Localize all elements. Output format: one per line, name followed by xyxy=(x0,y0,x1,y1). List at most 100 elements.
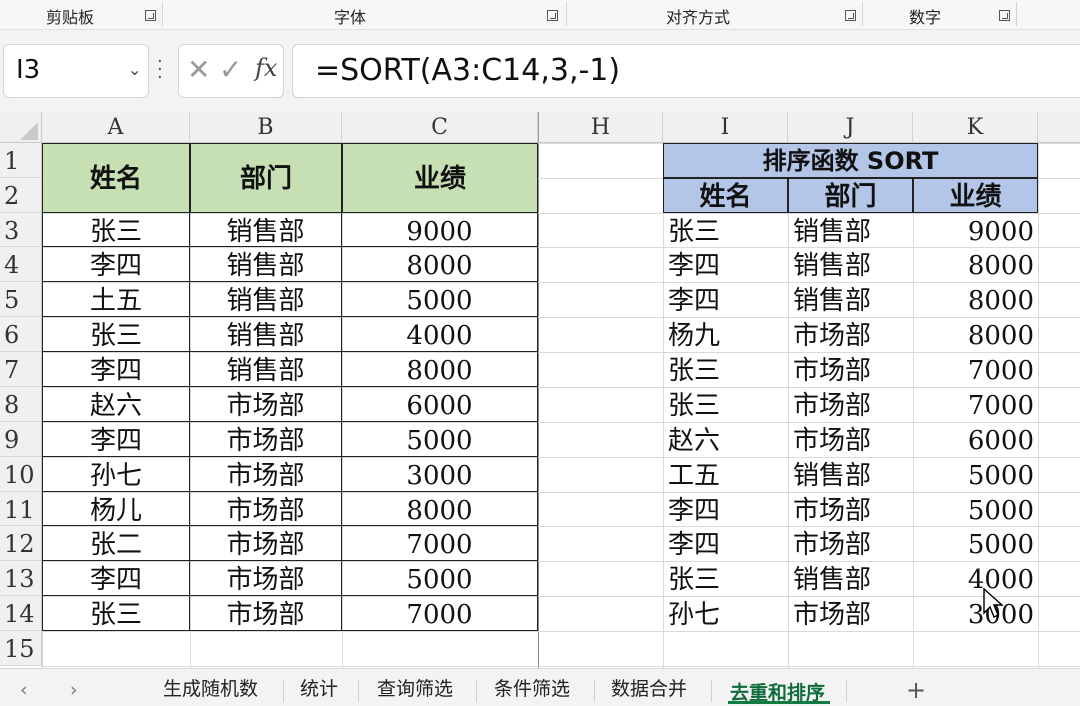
column-header-next[interactable] xyxy=(1038,112,1080,143)
row-header[interactable]: 8 xyxy=(0,387,42,422)
left-table-header[interactable]: 业绩 xyxy=(342,143,538,213)
number-launcher-icon[interactable] xyxy=(999,10,1010,21)
prev-sheet-icon[interactable]: ‹ xyxy=(20,679,28,701)
table-cell[interactable]: 李四 xyxy=(663,282,788,317)
table-cell[interactable]: 销售部 xyxy=(788,282,913,317)
table-cell[interactable]: 市场部 xyxy=(190,526,342,561)
table-cell[interactable]: 市场部 xyxy=(190,387,342,422)
table-cell[interactable]: 市场部 xyxy=(788,317,913,352)
table-cell[interactable]: 6000 xyxy=(913,422,1038,457)
table-cell[interactable]: 6000 xyxy=(342,387,538,422)
column-header-k[interactable]: K xyxy=(913,112,1038,143)
column-header-i[interactable]: I xyxy=(663,112,788,143)
table-cell[interactable]: 4000 xyxy=(913,561,1038,596)
table-cell[interactable]: 工五 xyxy=(663,457,788,492)
table-cell[interactable]: 市场部 xyxy=(190,457,342,492)
table-cell[interactable]: 赵六 xyxy=(663,422,788,457)
right-table-title[interactable]: 排序函数 SORT xyxy=(663,143,1038,178)
sheet-tab-merge[interactable]: 数据合并 xyxy=(611,674,687,701)
table-cell[interactable]: 张三 xyxy=(663,561,788,596)
column-header-h[interactable]: H xyxy=(538,112,663,143)
table-cell[interactable]: 张二 xyxy=(42,526,190,561)
formula-input[interactable]: =SORT(A3:C14,3,-1) xyxy=(292,44,1080,98)
chevron-down-icon[interactable]: ⌄ xyxy=(128,60,141,79)
table-cell[interactable]: 张三 xyxy=(663,213,788,247)
column-header-b[interactable]: B xyxy=(190,112,342,143)
table-cell[interactable]: 销售部 xyxy=(190,282,342,317)
table-cell[interactable]: 5000 xyxy=(913,457,1038,492)
table-cell[interactable]: 4000 xyxy=(342,317,538,352)
table-cell[interactable]: 销售部 xyxy=(788,213,913,247)
row-header[interactable]: 10 xyxy=(0,457,42,492)
row-header[interactable]: 2 xyxy=(0,178,42,213)
next-sheet-icon[interactable]: › xyxy=(70,679,78,701)
table-cell[interactable]: 张三 xyxy=(42,317,190,352)
table-cell[interactable]: 5000 xyxy=(342,422,538,457)
right-table-header[interactable]: 部门 xyxy=(788,178,913,213)
table-cell[interactable]: 5000 xyxy=(342,561,538,596)
row-header[interactable]: 11 xyxy=(0,492,42,526)
table-cell[interactable]: 8000 xyxy=(342,247,538,282)
table-cell[interactable]: 5000 xyxy=(342,282,538,317)
table-cell[interactable]: 李四 xyxy=(42,247,190,282)
table-cell[interactable]: 销售部 xyxy=(190,213,342,247)
table-cell[interactable]: 7000 xyxy=(342,526,538,561)
row-header[interactable]: 5 xyxy=(0,282,42,317)
column-header-a[interactable]: A xyxy=(42,112,190,143)
table-cell[interactable]: 市场部 xyxy=(788,387,913,422)
table-cell[interactable]: 7000 xyxy=(913,352,1038,387)
table-cell[interactable]: 李四 xyxy=(42,561,190,596)
row-header[interactable]: 13 xyxy=(0,561,42,596)
table-cell[interactable]: 张三 xyxy=(42,213,190,247)
table-cell[interactable]: 销售部 xyxy=(788,247,913,282)
cancel-icon[interactable]: ✕ xyxy=(187,53,210,86)
row-header[interactable]: 15 xyxy=(0,631,42,666)
sheet-tab-random[interactable]: 生成随机数 xyxy=(163,674,258,701)
row-header[interactable]: 3 xyxy=(0,213,42,247)
column-header-j[interactable]: J xyxy=(788,112,913,143)
table-cell[interactable]: 7000 xyxy=(913,387,1038,422)
table-cell[interactable]: 8000 xyxy=(342,352,538,387)
table-cell[interactable]: 张三 xyxy=(42,596,190,631)
table-cell[interactable]: 9000 xyxy=(342,213,538,247)
table-cell[interactable]: 8000 xyxy=(342,492,538,526)
table-cell[interactable]: 孙七 xyxy=(663,596,788,631)
row-header[interactable]: 1 xyxy=(0,143,42,178)
row-header[interactable]: 6 xyxy=(0,317,42,352)
row-header[interactable]: 4 xyxy=(0,247,42,282)
table-cell[interactable]: 市场部 xyxy=(190,596,342,631)
table-cell[interactable]: 3000 xyxy=(913,596,1038,631)
left-table-header[interactable]: 姓名 xyxy=(42,143,190,213)
table-cell[interactable]: 赵六 xyxy=(42,387,190,422)
row-header[interactable]: 14 xyxy=(0,596,42,631)
sheet-tab-condition[interactable]: 条件筛选 xyxy=(494,674,570,701)
font-launcher-icon[interactable] xyxy=(547,10,558,21)
table-cell[interactable]: 销售部 xyxy=(788,457,913,492)
insert-function-icon[interactable]: fx xyxy=(255,54,277,82)
table-cell[interactable]: 5000 xyxy=(913,492,1038,526)
confirm-icon[interactable]: ✓ xyxy=(219,53,242,86)
table-cell[interactable]: 销售部 xyxy=(190,317,342,352)
sheet-tab-stats[interactable]: 统计 xyxy=(300,674,338,701)
sheet-tab-query[interactable]: 查询筛选 xyxy=(377,674,453,701)
table-cell[interactable]: 市场部 xyxy=(788,526,913,561)
right-table-header[interactable]: 姓名 xyxy=(663,178,788,213)
table-cell[interactable]: 3000 xyxy=(342,457,538,492)
table-cell[interactable]: 市场部 xyxy=(190,422,342,457)
table-cell[interactable]: 8000 xyxy=(913,282,1038,317)
table-cell[interactable]: 9000 xyxy=(913,213,1038,247)
table-cell[interactable]: 市场部 xyxy=(788,596,913,631)
table-cell[interactable]: 市场部 xyxy=(788,492,913,526)
row-header[interactable]: 7 xyxy=(0,352,42,387)
table-cell[interactable]: 李四 xyxy=(663,526,788,561)
select-all-corner[interactable] xyxy=(0,112,42,143)
add-sheet-button[interactable]: + xyxy=(906,676,926,704)
more-options-icon[interactable]: · · · xyxy=(157,53,163,87)
table-cell[interactable]: 张三 xyxy=(663,352,788,387)
right-table-header[interactable]: 业绩 xyxy=(913,178,1038,213)
table-cell[interactable]: 李四 xyxy=(42,422,190,457)
table-cell[interactable]: 李四 xyxy=(42,352,190,387)
column-header-c[interactable]: C xyxy=(342,112,538,143)
table-cell[interactable]: 李四 xyxy=(663,492,788,526)
name-box[interactable]: I3 ⌄ xyxy=(3,44,149,98)
